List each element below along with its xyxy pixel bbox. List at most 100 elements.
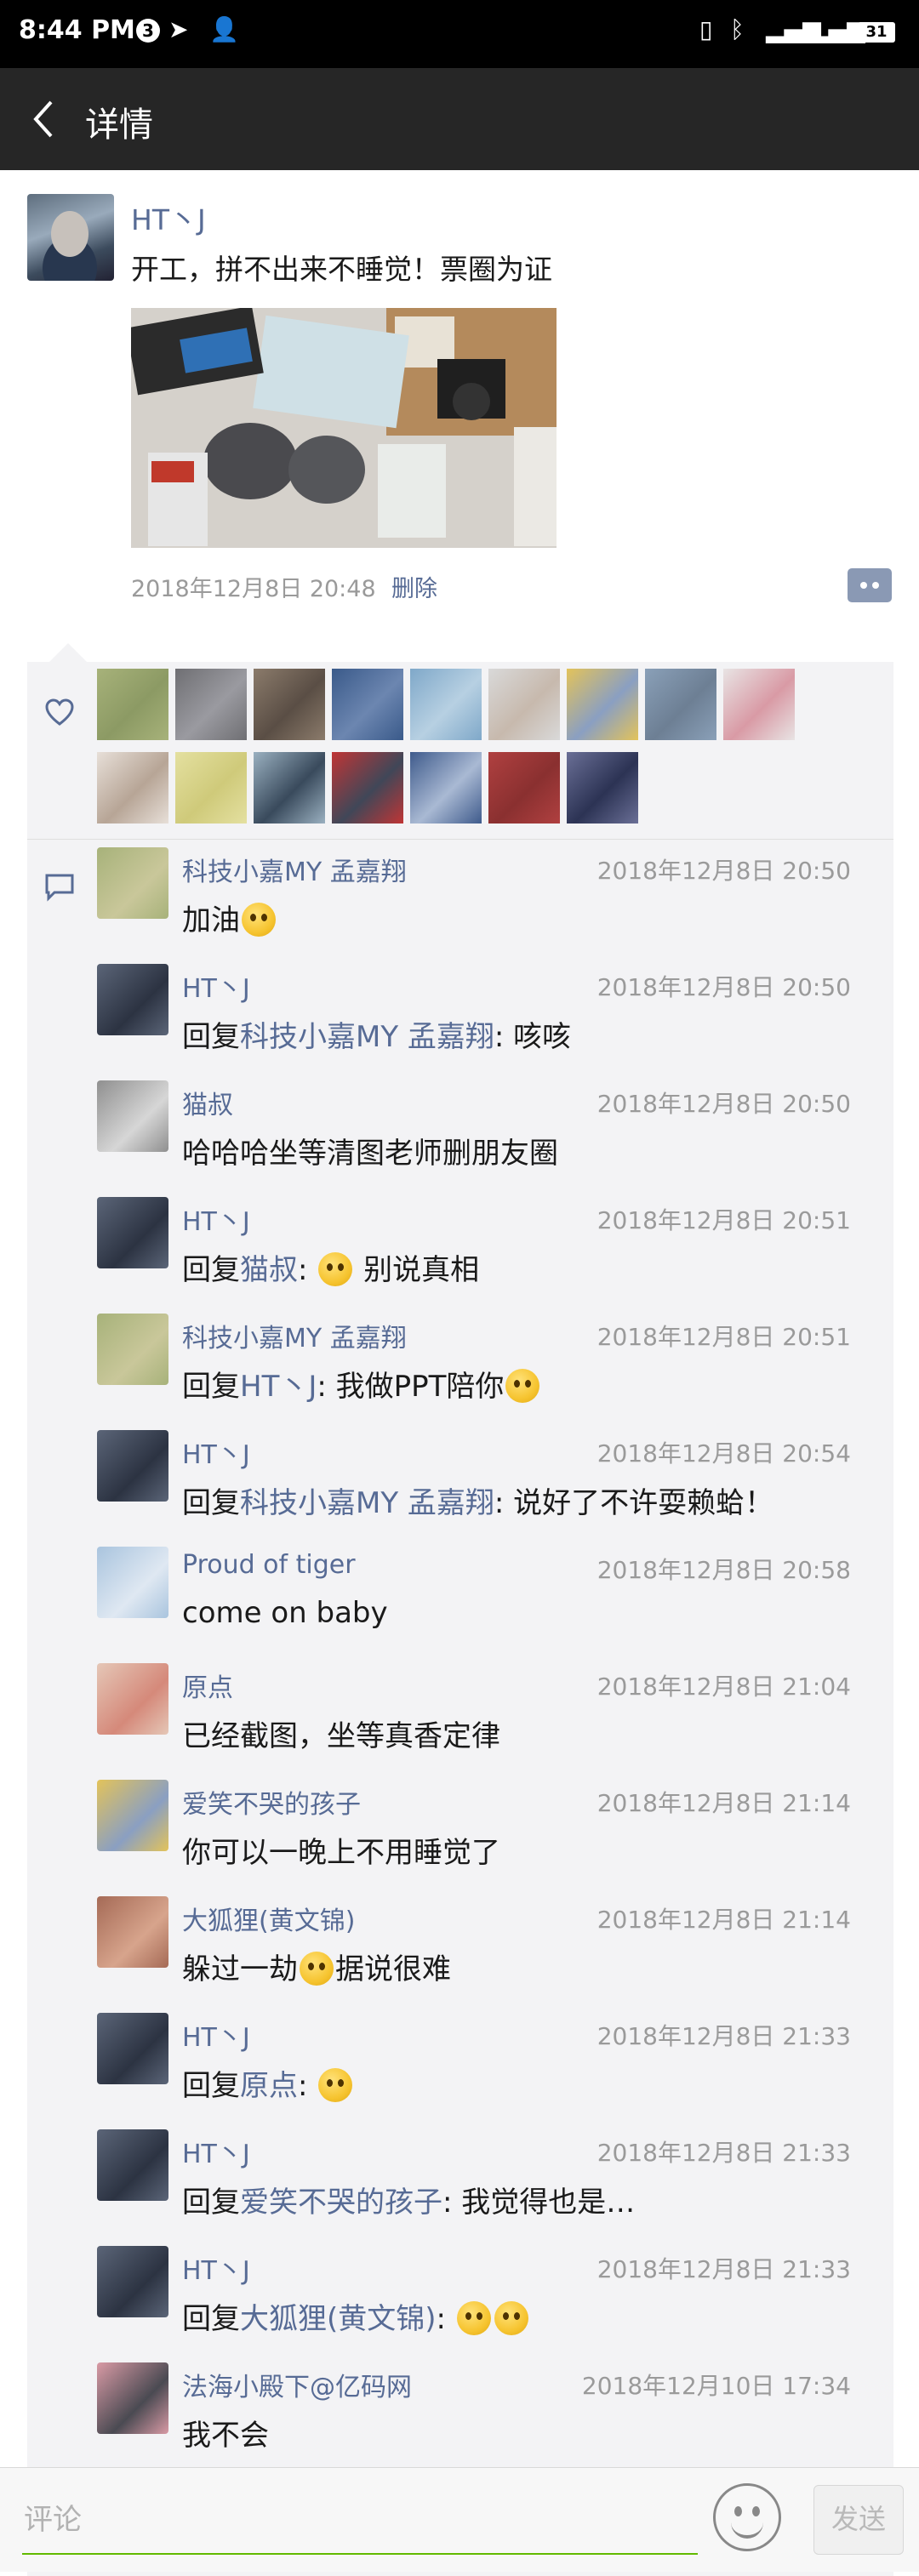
liker-avatar[interactable] bbox=[488, 669, 560, 740]
liker-avatar[interactable] bbox=[97, 752, 168, 824]
comment-icon bbox=[45, 874, 74, 902]
emoji-picker-button[interactable] bbox=[713, 2483, 781, 2551]
comment-text-segment: 加油 bbox=[182, 903, 240, 938]
liker-avatar[interactable] bbox=[332, 669, 403, 740]
comment-text[interactable]: 你可以一晚上不用睡觉了 bbox=[182, 1829, 500, 1871]
comment-text[interactable]: 回复原点: bbox=[182, 2062, 354, 2104]
comment-text[interactable]: come on baby bbox=[182, 1596, 388, 1630]
reply-target-name[interactable]: 大狐狸(黄文锦) bbox=[240, 2302, 437, 2336]
commenter-name[interactable]: 科技小嘉MY 孟嘉翔 bbox=[182, 1317, 407, 1354]
commenter-avatar[interactable] bbox=[97, 1663, 168, 1735]
reply-target-name[interactable]: 科技小嘉MY 孟嘉翔 bbox=[240, 1486, 494, 1520]
comment-text[interactable]: 回复科技小嘉MY 孟嘉翔: 咳咳 bbox=[182, 1013, 571, 1055]
liker-avatar[interactable] bbox=[97, 669, 168, 740]
comment-text-segment: 别说真相 bbox=[354, 1253, 480, 1287]
reply-target-name[interactable]: 爱笑不哭的孩子 bbox=[240, 2186, 442, 2220]
liker-avatar[interactable] bbox=[645, 669, 716, 740]
commenter-name[interactable]: 猫叔 bbox=[182, 1084, 233, 1121]
commenter-name[interactable]: Proud of tiger bbox=[182, 1550, 356, 1580]
flushed-emoji bbox=[242, 903, 276, 937]
likes-comments-divider bbox=[27, 839, 893, 840]
commenter-name[interactable]: 法海小殿下@亿码网 bbox=[182, 2366, 412, 2403]
commenter-name[interactable]: 科技小嘉MY 孟嘉翔 bbox=[182, 851, 407, 888]
commenter-name[interactable]: HT丶J bbox=[182, 2249, 250, 2287]
commenter-avatar[interactable] bbox=[97, 2013, 168, 2084]
comment-text-segment: 回复 bbox=[182, 1020, 240, 1054]
liker-avatar[interactable] bbox=[254, 752, 325, 824]
commenter-avatar[interactable] bbox=[97, 2129, 168, 2201]
liker-avatar[interactable] bbox=[332, 752, 403, 824]
comment-text[interactable]: 回复HT丶J: 我做PPT陪你 bbox=[182, 1363, 541, 1405]
commenter-avatar[interactable] bbox=[97, 1896, 168, 1968]
liker-avatar[interactable] bbox=[254, 669, 325, 740]
comment-input-bar: 发送 bbox=[0, 2467, 919, 2572]
commenter-avatar[interactable] bbox=[97, 1197, 168, 1268]
comment-text[interactable]: 回复猫叔: 别说真相 bbox=[182, 1246, 479, 1288]
commenter-avatar[interactable] bbox=[97, 2362, 168, 2434]
grin-emoji bbox=[300, 1952, 334, 1986]
post-photo[interactable] bbox=[131, 308, 557, 548]
comment-text-segment: 回复 bbox=[182, 1253, 240, 1287]
commenter-avatar[interactable] bbox=[97, 964, 168, 1035]
comment-text[interactable]: 我不会 bbox=[182, 2412, 269, 2453]
reply-target-name[interactable]: 科技小嘉MY 孟嘉翔 bbox=[240, 1020, 494, 1054]
comment-text[interactable]: 加油 bbox=[182, 897, 277, 938]
commenter-name[interactable]: HT丶J bbox=[182, 2016, 250, 2054]
comment-text-segment: : 我做PPT陪你 bbox=[317, 1370, 505, 1404]
commenter-name[interactable]: 原点 bbox=[182, 1667, 233, 1704]
commenter-name[interactable]: HT丶J bbox=[182, 2133, 250, 2170]
comment-text-segment: 你可以一晚上不用睡觉了 bbox=[182, 1836, 500, 1870]
liker-avatar[interactable] bbox=[723, 669, 795, 740]
commenter-avatar[interactable] bbox=[97, 847, 168, 919]
commenter-avatar[interactable] bbox=[97, 1430, 168, 1502]
commenter-avatar[interactable] bbox=[97, 1780, 168, 1851]
battery-icon: 31 bbox=[858, 22, 895, 43]
commenter-avatar[interactable] bbox=[97, 2246, 168, 2317]
comment-text[interactable]: 哈哈哈坐等清图老师删朋友圈 bbox=[182, 1130, 558, 1171]
reply-target-name[interactable]: 原点 bbox=[240, 2069, 298, 2103]
comment-text[interactable]: 回复科技小嘉MY 孟嘉翔: 说好了不许耍赖蛤！ bbox=[182, 1479, 773, 1521]
comment-text[interactable]: 回复爱笑不哭的孩子: 我觉得也是… bbox=[182, 2179, 635, 2220]
4g-signal-icon: ▂▄▆ bbox=[810, 15, 865, 43]
comment-text-segment: 我不会 bbox=[182, 2419, 269, 2453]
post-timestamp: 2018年12月8日 20:48 bbox=[131, 576, 376, 602]
comment-text-segment: 已经截图，坐等真香定律 bbox=[182, 1719, 500, 1753]
commenter-name[interactable]: HT丶J bbox=[182, 1433, 250, 1471]
comment-text[interactable]: 已经截图，坐等真香定律 bbox=[182, 1713, 500, 1754]
commenter-avatar[interactable] bbox=[97, 1547, 168, 1618]
rolling-eyes-emoji bbox=[318, 1252, 353, 1286]
post-author-avatar[interactable] bbox=[27, 194, 114, 281]
liker-avatar[interactable] bbox=[488, 752, 560, 824]
panel-pointer bbox=[49, 643, 87, 662]
more-actions-button[interactable] bbox=[848, 568, 892, 602]
liker-avatar[interactable] bbox=[175, 669, 247, 740]
tears-of-joy-emoji bbox=[505, 1369, 540, 1403]
title-bar: 详情 bbox=[0, 68, 919, 170]
send-button[interactable]: 发送 bbox=[813, 2485, 904, 2555]
liker-avatar[interactable] bbox=[567, 669, 638, 740]
comment-timestamp: 2018年12月8日 20:50 bbox=[596, 1090, 851, 1118]
commenter-name[interactable]: HT丶J bbox=[182, 967, 250, 1005]
comment-text-segment: come on baby bbox=[182, 1596, 388, 1630]
commenter-name[interactable]: HT丶J bbox=[182, 1200, 250, 1238]
liker-avatar[interactable] bbox=[410, 669, 482, 740]
commenter-name[interactable]: 爱笑不哭的孩子 bbox=[182, 1783, 361, 1821]
liker-avatar[interactable] bbox=[175, 752, 247, 824]
liker-avatar[interactable] bbox=[567, 752, 638, 824]
comment-text[interactable]: 回复大狐狸(黄文锦): bbox=[182, 2295, 530, 2337]
comment-input[interactable] bbox=[22, 2487, 698, 2555]
back-arrow-icon[interactable] bbox=[31, 99, 56, 140]
drool-emoji bbox=[318, 2068, 353, 2102]
post-author-name[interactable]: HT丶J bbox=[131, 197, 206, 238]
commenter-avatar[interactable] bbox=[97, 1080, 168, 1152]
reply-target-name[interactable]: HT丶J bbox=[240, 1370, 317, 1404]
liker-avatar[interactable] bbox=[410, 752, 482, 824]
person-icon: 👤 bbox=[209, 15, 239, 43]
comment-timestamp: 2018年12月8日 21:14 bbox=[596, 1906, 851, 1934]
comment-text[interactable]: 躲过一劫 据说很难 bbox=[182, 1946, 451, 1987]
reply-target-name[interactable]: 猫叔 bbox=[240, 1253, 298, 1287]
commenter-avatar[interactable] bbox=[97, 1314, 168, 1385]
delete-post-link[interactable]: 删除 bbox=[391, 570, 437, 603]
comment-timestamp: 2018年12月8日 20:51 bbox=[596, 1206, 851, 1234]
commenter-name[interactable]: 大狐狸(黄文锦) bbox=[182, 1900, 355, 1937]
